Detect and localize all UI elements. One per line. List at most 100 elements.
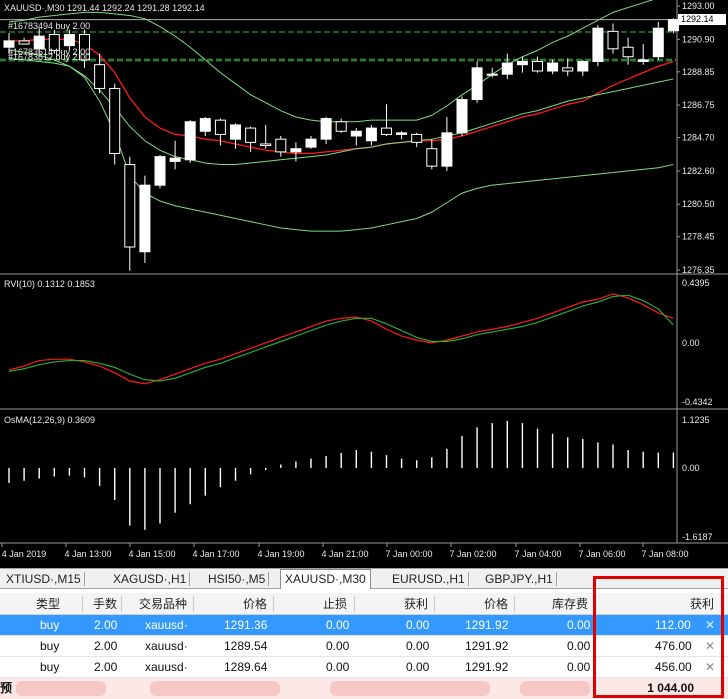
time-axis-label: 4 Jan 15:00: [128, 549, 175, 559]
tab-label: XAUUSD·,M30: [285, 572, 366, 586]
column-header-type[interactable]: 类型: [36, 593, 60, 615]
cell-open-price: 1289.64: [224, 660, 268, 674]
cell-stop-loss: 0.00: [326, 618, 350, 632]
rvi-axis-label: -0.4342: [682, 397, 713, 407]
table-header: 类型 手数 交易品种 价格 止损 获利 价格 库存费 获利: [0, 593, 728, 615]
candle-body: [592, 27, 604, 62]
tab-label: EURUSD.,H1: [392, 572, 465, 586]
candle-body: [607, 30, 619, 50]
price-axis-label: 1293.00: [682, 1, 715, 11]
price-axis-label: 1276.35: [682, 265, 715, 275]
time-axis-label: 4 Jan 17:00: [192, 549, 239, 559]
candle-body: [305, 138, 317, 148]
cell-profit: 112.00: [655, 618, 691, 632]
table-row[interactable]: buy 2.00 xauusd· 1291.36 0.00 0.00 1291.…: [0, 615, 728, 636]
candle-body: [381, 127, 392, 135]
osma-axis-label: 0.00: [682, 463, 700, 473]
tab-xagusd-h1[interactable]: XAGUSD·,H1: [109, 570, 191, 588]
cell-stop-loss: 0.00: [326, 639, 350, 653]
candle-body: [411, 133, 423, 143]
tab-eurusd-h1[interactable]: EURUSD.,H1: [388, 570, 469, 588]
close-order-icon[interactable]: ✕: [705, 615, 715, 636]
osma-axis-label: 1.1235: [682, 415, 710, 425]
price-axis-label: 1288.85: [682, 67, 715, 77]
candle-body: [169, 157, 181, 162]
column-header-stop-loss[interactable]: 止损: [323, 593, 347, 615]
time-axis-label: 4 Jan 13:00: [64, 549, 111, 559]
cell-symbol: xauusd·: [145, 618, 188, 632]
column-header-take-profit[interactable]: 获利: [404, 593, 428, 615]
candle-body: [260, 143, 272, 147]
cell-current-price: 1291.92: [465, 660, 509, 674]
candle-body: [365, 127, 377, 142]
price-axis-label: 1284.70: [682, 133, 715, 143]
balance-label: 预: [0, 681, 13, 695]
candle-body: [199, 118, 211, 132]
rvi-line: [8, 294, 674, 382]
cell-swap: 0.00: [567, 639, 591, 653]
cell-profit: 456.00: [655, 660, 692, 674]
candle-body: [275, 138, 287, 153]
redacted-strip: [150, 681, 280, 696]
rvi-axis-label: 0.4395: [682, 278, 710, 288]
price-indicator-line: [8, 57, 674, 232]
candle-body: [154, 156, 166, 186]
candle-body: [139, 184, 151, 253]
rvi-label: RVI(10) 0.1312 0.1853: [4, 279, 95, 289]
candle-body: [622, 46, 634, 58]
redacted-strip: [520, 681, 590, 696]
total-profit: 1 044.00: [647, 681, 694, 695]
cell-current-price: 1291.92: [465, 618, 509, 632]
cell-take-profit: 0.00: [406, 639, 430, 653]
cell-lots: 2.00: [94, 660, 118, 674]
column-header-open-price[interactable]: 价格: [243, 593, 267, 615]
table-row[interactable]: buy 2.00 xauusd· 1289.54 0.00 0.00 1291.…: [0, 636, 728, 657]
candle-body: [562, 67, 574, 72]
close-order-icon[interactable]: ✕: [705, 636, 715, 657]
column-header-profit[interactable]: 获利: [690, 593, 714, 615]
time-axis-label: 7 Jan 06:00: [578, 549, 625, 559]
candle-body: [320, 118, 332, 140]
candle-body: [124, 164, 136, 248]
candle-body: [652, 27, 664, 58]
tab-label: GBPJPY.,H1: [485, 572, 553, 586]
tab-xauusd-m30[interactable]: XAUUSD·,M30: [280, 569, 371, 589]
balance-row: 预 1 044.00: [0, 678, 728, 699]
candle-body: [63, 34, 75, 47]
candle-body: [184, 121, 196, 161]
rvi-axis-label: 0.00: [682, 338, 700, 348]
osma-label: OsMA(12,26,9) 0.3609: [4, 415, 96, 425]
candle-body: [214, 119, 226, 135]
column-header-current-price[interactable]: 价格: [484, 593, 508, 615]
candle-body: [350, 130, 362, 137]
cell-swap: 0.00: [567, 618, 591, 632]
candle-body: [290, 148, 302, 153]
price-axis-label: 1278.45: [682, 232, 715, 242]
column-header-symbol[interactable]: 交易品种: [139, 593, 187, 615]
chart-canvas[interactable]: 1293.00 1290.90 1288.85 1286.75 1284.70 1282.…: [0, 0, 728, 568]
candle-body: [667, 19, 679, 32]
cell-open-price: 1289.54: [224, 639, 268, 653]
candle-body: [441, 132, 453, 167]
candle-body: [637, 59, 649, 62]
tab-hsi50-m5[interactable]: HSI50·,M5: [204, 570, 270, 588]
tab-label: XTIUSD·,M15: [6, 572, 81, 586]
column-header-swap[interactable]: 库存费: [552, 593, 588, 615]
table-row[interactable]: buy 2.00 xauusd· 1289.64 0.00 0.00 1291.…: [0, 657, 728, 678]
tab-xtiusd-m15[interactable]: XTIUSD·,M15: [2, 570, 85, 588]
candle-body: [230, 124, 241, 140]
column-header-lots[interactable]: 手数: [93, 593, 117, 615]
symbol-tab-bar: XTIUSD·,M15 XAGUSD·,H1 HSI50·,M5 XAUUSD·…: [0, 568, 728, 589]
candle-body: [577, 60, 589, 72]
cell-take-profit: 0.00: [406, 618, 430, 632]
close-order-icon[interactable]: ✕: [705, 657, 715, 678]
cell-profit: 476.00: [655, 639, 692, 653]
time-axis-label: 7 Jan 02:00: [449, 549, 496, 559]
cell-current-price: 1291.92: [465, 639, 509, 653]
cell-lots: 2.00: [94, 639, 118, 653]
time-axis-label: 7 Jan 04:00: [514, 549, 561, 559]
price-chart[interactable]: 1293.00 1290.90 1288.85 1286.75 1284.70 1282.…: [0, 0, 728, 568]
candle-body: [426, 148, 438, 167]
candle-body: [471, 67, 483, 101]
tab-gbpjpy-h1[interactable]: GBPJPY.,H1: [481, 570, 557, 588]
